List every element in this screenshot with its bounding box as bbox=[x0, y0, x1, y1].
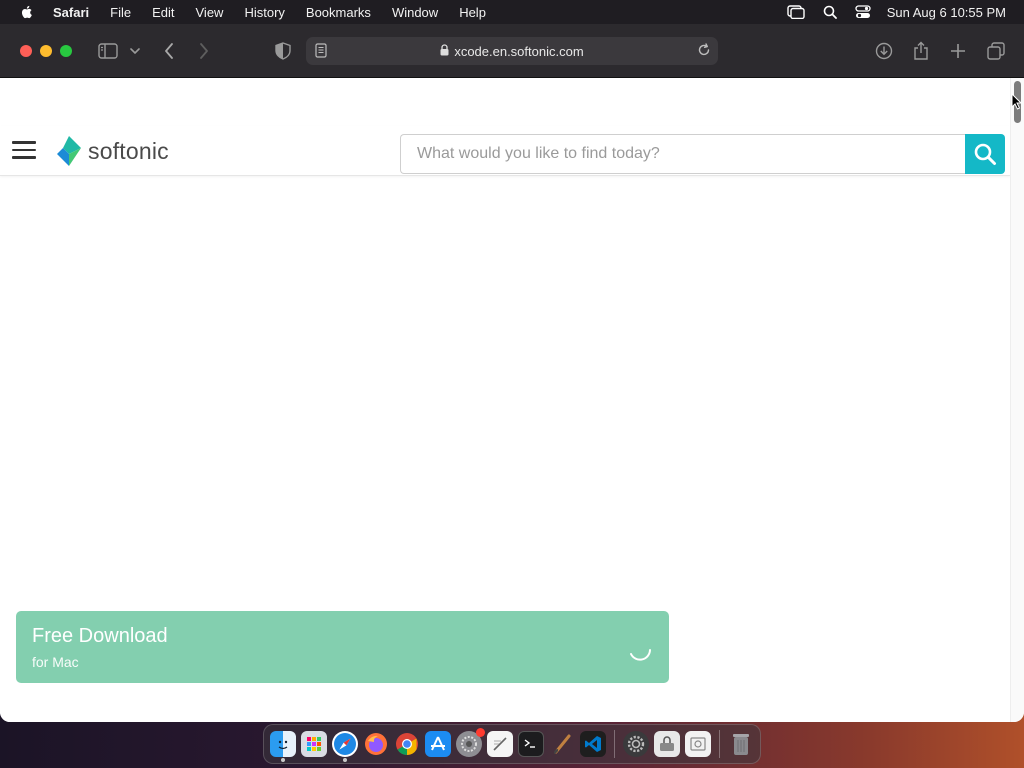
menu-edit[interactable]: Edit bbox=[152, 5, 174, 20]
sidebar-toggle-icon[interactable] bbox=[96, 39, 120, 63]
safari-toolbar: xcode.en.softonic.com bbox=[0, 24, 1024, 78]
firefox-icon[interactable] bbox=[363, 731, 389, 757]
menu-history[interactable]: History bbox=[244, 5, 284, 20]
back-icon[interactable] bbox=[157, 39, 181, 63]
loading-spinner-icon bbox=[627, 637, 653, 668]
system-preferences-icon[interactable] bbox=[456, 728, 485, 757]
download-title: Free Download bbox=[32, 625, 168, 647]
menu-file[interactable]: File bbox=[110, 5, 131, 20]
chrome-icon[interactable] bbox=[394, 731, 420, 757]
menu-app-name[interactable]: Safari bbox=[53, 5, 89, 20]
maximize-window-button[interactable] bbox=[60, 45, 72, 57]
free-download-button[interactable]: Free Download for Mac bbox=[16, 611, 669, 683]
paintbrush-icon[interactable] bbox=[549, 731, 575, 757]
search-input[interactable] bbox=[400, 134, 966, 174]
menu-view[interactable]: View bbox=[196, 5, 224, 20]
softonic-logo-icon bbox=[57, 136, 81, 166]
reader-mode-icon[interactable] bbox=[315, 43, 327, 61]
menu-window[interactable]: Window bbox=[392, 5, 438, 20]
dock-separator bbox=[614, 730, 615, 758]
close-window-button[interactable] bbox=[20, 45, 32, 57]
menu-bookmarks[interactable]: Bookmarks bbox=[306, 5, 371, 20]
site-header: softonic bbox=[0, 126, 1010, 176]
vscode-icon[interactable] bbox=[580, 731, 606, 757]
control-center-icon[interactable] bbox=[855, 5, 871, 19]
menu-bar: Safari File Edit View History Bookmarks … bbox=[0, 0, 1024, 24]
hamburger-menu-icon[interactable] bbox=[12, 141, 36, 159]
web-page: softonic Free Download for Mac bbox=[0, 78, 1010, 722]
download-subtitle: for Mac bbox=[32, 654, 79, 670]
search-icon bbox=[974, 143, 996, 165]
new-tab-icon[interactable] bbox=[946, 39, 970, 63]
lock-icon bbox=[440, 43, 449, 59]
textedit-icon[interactable] bbox=[487, 731, 513, 757]
app-store-icon[interactable] bbox=[425, 731, 451, 757]
privacy-shield-icon[interactable] bbox=[271, 39, 295, 63]
apple-icon[interactable] bbox=[19, 4, 35, 20]
softonic-logo[interactable]: softonic bbox=[55, 134, 169, 168]
tab-overview-icon[interactable] bbox=[984, 39, 1008, 63]
forward-icon[interactable] bbox=[192, 39, 216, 63]
menu-clock[interactable]: Sun Aug 6 10:55 PM bbox=[887, 5, 1006, 20]
url-text[interactable]: xcode.en.softonic.com bbox=[454, 44, 583, 59]
menu-help[interactable]: Help bbox=[459, 5, 486, 20]
safari-icon[interactable] bbox=[332, 731, 358, 762]
preview-icon[interactable] bbox=[685, 731, 711, 757]
disk-utility-icon[interactable] bbox=[654, 731, 680, 757]
search-button[interactable] bbox=[965, 134, 1005, 174]
settings-icon[interactable] bbox=[623, 731, 649, 757]
dock bbox=[263, 724, 761, 764]
launchpad-icon[interactable] bbox=[301, 731, 327, 757]
screen-mirroring-icon[interactable] bbox=[787, 5, 805, 19]
trash-icon[interactable] bbox=[728, 731, 754, 757]
logo-text: softonic bbox=[88, 137, 169, 164]
mouse-cursor-icon bbox=[1011, 92, 1023, 115]
share-icon[interactable] bbox=[909, 39, 933, 63]
address-bar[interactable]: xcode.en.softonic.com bbox=[306, 37, 718, 65]
minimize-window-button[interactable] bbox=[40, 45, 52, 57]
spotlight-search-icon[interactable] bbox=[823, 5, 837, 19]
page-scrollbar[interactable] bbox=[1010, 78, 1024, 722]
downloads-icon[interactable] bbox=[872, 39, 896, 63]
reload-icon[interactable] bbox=[697, 43, 711, 60]
safari-window: xcode.en.softonic.com softonic What woul… bbox=[0, 24, 1024, 722]
finder-icon[interactable] bbox=[270, 731, 296, 762]
terminal-icon[interactable] bbox=[518, 731, 544, 757]
chevron-down-icon[interactable] bbox=[124, 39, 146, 63]
dock-separator-2 bbox=[719, 730, 720, 758]
